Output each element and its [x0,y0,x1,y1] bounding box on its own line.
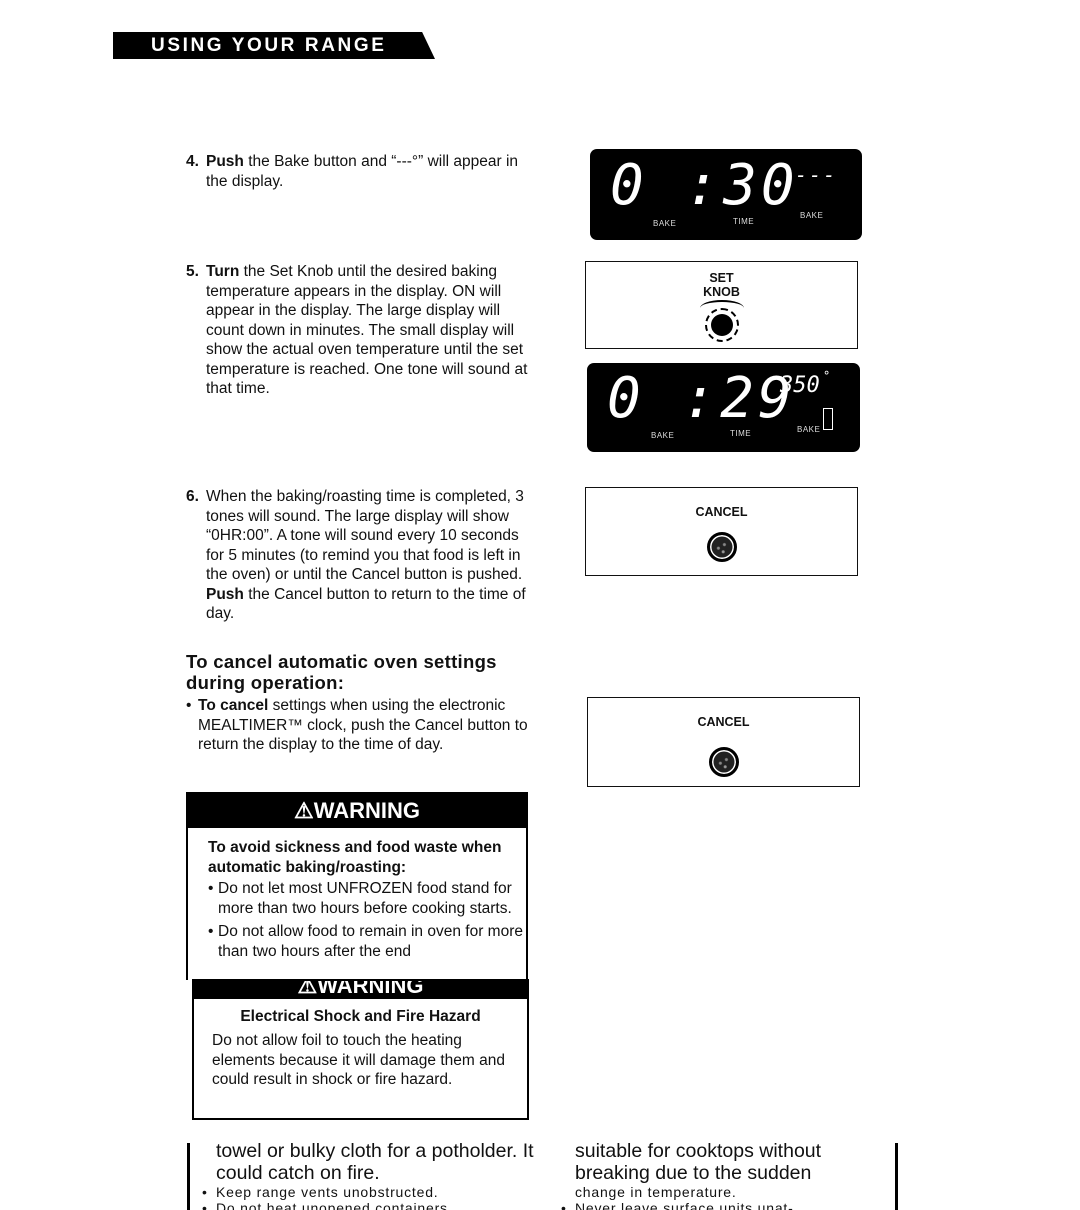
warning-box-food: ⚠WARNING To avoid sickness and food wast… [186,792,528,980]
cancel-panel-1: CANCEL [585,487,858,576]
step-number: 5. [186,263,199,280]
warning-header: ⚠WARNING [194,981,527,999]
display-temp: --- [795,163,838,187]
warning-subtitle: To avoid sickness and food waste when au… [208,839,502,876]
step-6: 6. When the baking/roasting time is comp… [186,487,536,624]
step-5: 5. Turn the Set Knob until the desired b… [186,262,536,399]
display-degree: ° [823,369,831,383]
small-bullet: • Do not heat unopened containers [202,1200,546,1210]
large-text: towel or bulky cloth for a potholder. It… [216,1140,534,1184]
label-bake: BAKE [651,431,675,440]
cancel-label: CANCEL [695,505,748,519]
step-text-after: the Cancel button to return to the time … [206,585,526,623]
change-bar [187,1143,190,1210]
cancel-section-heading: To cancel automatic oven settings during… [186,651,497,693]
oven-display-bake: 0 :30 --- BAKE TIME BAKE [590,149,862,240]
warning-title: WARNING [317,981,424,998]
set-knob-panel: SET KNOB [585,261,858,349]
bullet-text: Do not heat unopened containers [216,1200,448,1210]
oven-display-countdown: 0 :29 350 ° BAKE TIME BAKE [587,363,860,452]
step-4: 4. Push the Bake button and “---°” will … [186,152,536,191]
bullet-icon: • [202,1200,208,1210]
step-text: the Set Knob until the desired baking te… [206,263,528,397]
label-bake-right: BAKE [797,425,821,434]
step-number: 6. [186,488,199,505]
step-text: When the baking/roasting time is complet… [206,488,524,583]
section-header: USING YOUR RANGE [113,32,435,59]
cancel-bullet: • To cancel settings when using the elec… [186,696,536,755]
warning-item-text: Do not allow food to remain in oven for … [218,923,523,960]
bullet-icon: • [186,697,192,714]
step-lead: Push [206,153,244,170]
step-text: the Bake button and “---°” will appear i… [206,153,519,190]
bullet-icon: • [208,880,214,897]
display-temp: 350 [780,373,820,398]
warning-triangle-icon: ⚠ [297,981,318,998]
warning-box-electrical: ⚠WARNING Electrical Shock and Fire Hazar… [192,979,529,1120]
bullet-text: Never leave surface units unat- [575,1200,794,1210]
warning-subtitle: Electrical Shock and Fire Hazard [240,1008,481,1025]
bullet-lead: To cancel [198,697,269,714]
cancel-panel-2: CANCEL [587,697,860,787]
set-knob-label-1: SET [709,271,734,285]
change-bar [895,1143,898,1210]
step-lead: Push [206,585,244,603]
warning-title: WARNING [313,798,421,823]
cancel-label: CANCEL [697,715,750,729]
large-text: suitable for cooktops without breaking d… [575,1140,822,1184]
warning-item-text: Do not let most UNFROZEN food stand for … [218,880,512,917]
small-bullet: • Keep range vents unobstructed. [202,1184,546,1200]
warning-header: ⚠WARNING [188,794,526,828]
bottom-left-text: towel or bulky cloth for a potholder. It… [202,1140,546,1210]
cancel-button[interactable] [706,532,737,562]
bottom-right-text: suitable for cooktops without breaking d… [561,1140,885,1210]
warning-item: • Do not let most UNFROZEN food stand for… [208,879,526,918]
label-bake: BAKE [653,219,677,228]
small-text: change in temperature. [575,1184,737,1200]
set-knob-label-2: KNOB [703,285,740,299]
label-bake-right: BAKE [800,211,824,220]
display-time: 0 :30 [610,153,799,218]
step-number: 4. [186,153,199,170]
bullet-icon: • [202,1184,208,1200]
bullet-icon: • [561,1200,567,1210]
set-knob[interactable] [704,308,739,342]
step-lead: Turn [206,263,240,280]
display-time: 0 :29 [607,366,796,431]
warning-triangle-icon: ⚠ [293,798,314,823]
label-time: TIME [730,429,752,438]
label-time: TIME [733,217,755,226]
door-lock-icon [823,408,833,430]
warning-body: Do not allow foil to touch the heating e… [212,1032,505,1088]
warning-item: • Do not allow food to remain in oven for… [208,922,526,961]
small-bullet: • Never leave surface units unat- [561,1200,885,1210]
cancel-button[interactable] [708,747,739,777]
bullet-text: Keep range vents unobstructed. [216,1184,439,1200]
bullet-icon: • [208,923,214,940]
